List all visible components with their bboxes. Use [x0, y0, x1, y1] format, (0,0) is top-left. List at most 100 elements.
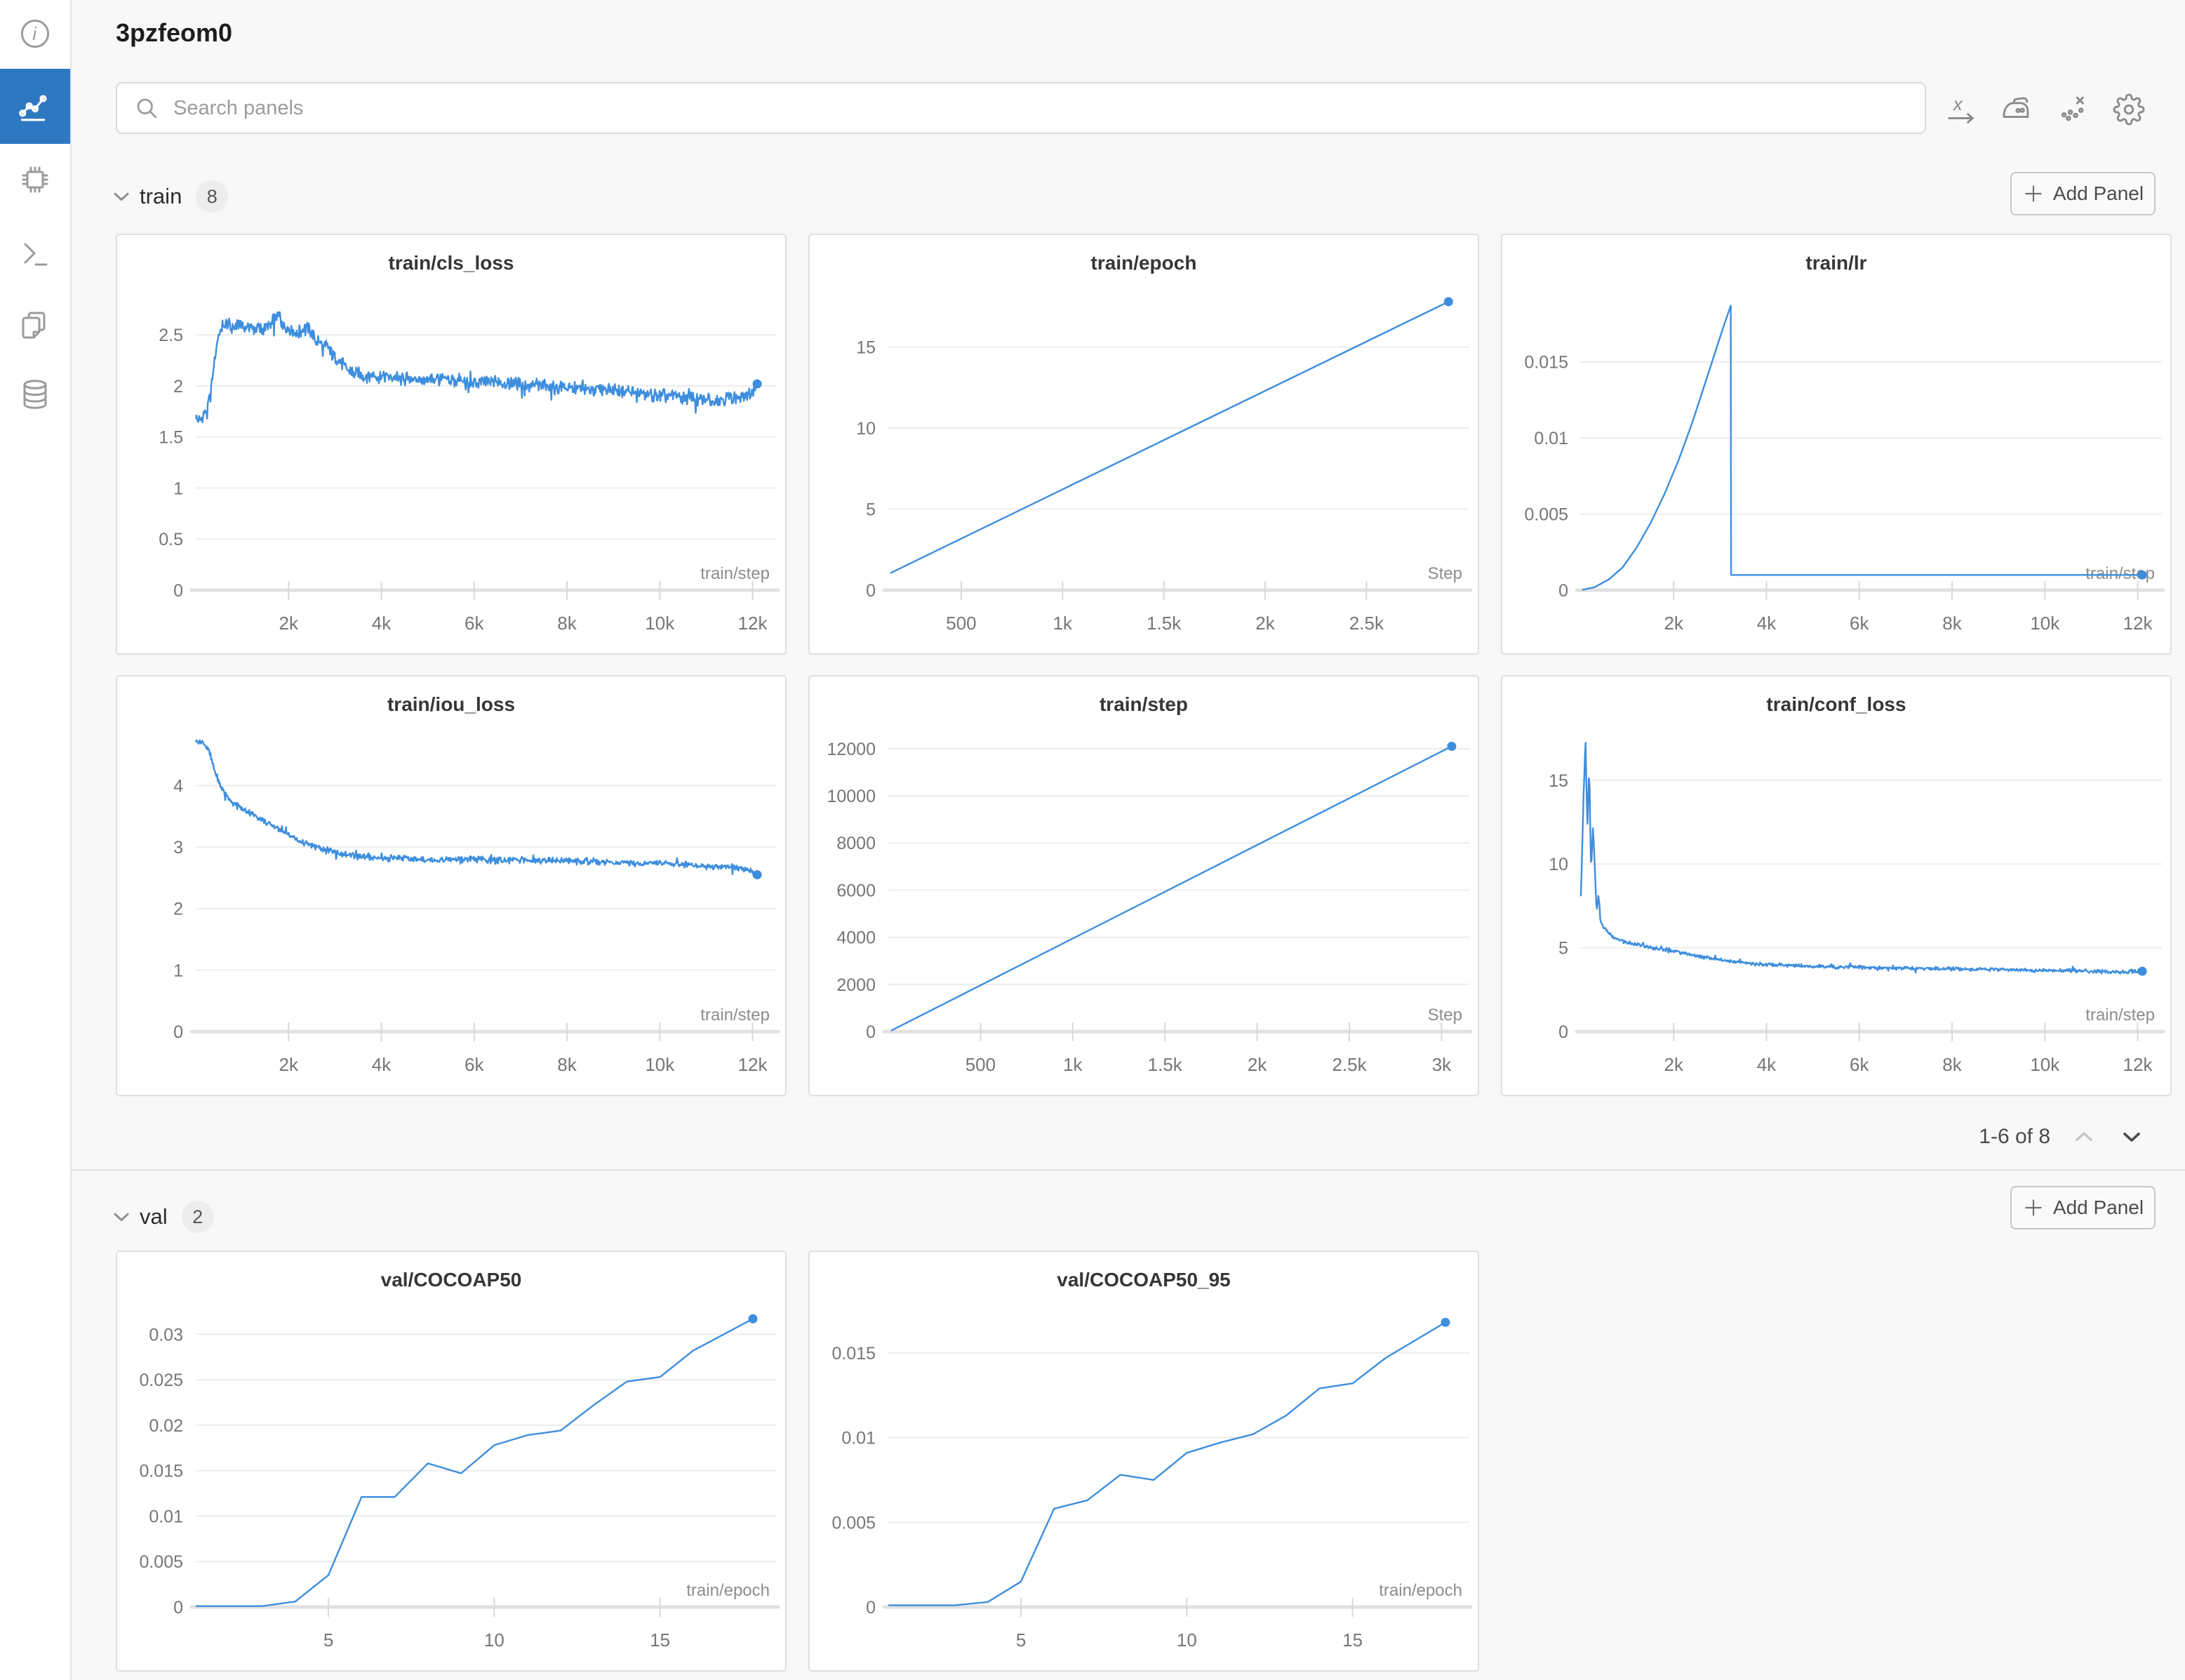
- y-tick-label: 0: [866, 1022, 876, 1042]
- settings-gear-icon[interactable]: [2113, 93, 2145, 126]
- x-axis-label: train/step: [2085, 1006, 2155, 1025]
- x-tick-label: 10: [1177, 1629, 1197, 1651]
- y-tick-label: 0: [1558, 581, 1568, 601]
- x-tick-label: 4k: [372, 1054, 392, 1075]
- search-input[interactable]: [172, 96, 1925, 121]
- x-tick-label: 500: [965, 1054, 996, 1075]
- y-tick-label: 6000: [836, 881, 876, 900]
- panel-title: train/iou_loss: [117, 676, 785, 716]
- chart-canvas: 012342k4k6k8k10k12ktrain/step: [117, 716, 785, 1085]
- y-tick-label: 5: [866, 500, 876, 520]
- panel-train-conf_loss[interactable]: train/conf_loss0510152k4k6k8k10k12ktrain…: [1501, 675, 2172, 1096]
- x-tick-label: 4k: [1757, 1054, 1777, 1075]
- chart-canvas: 00.511.522.52k4k6k8k10k12ktrain/step: [117, 274, 785, 644]
- sidebar-item-overview[interactable]: i: [0, 0, 70, 67]
- x-axis-label: train/step: [700, 564, 770, 583]
- y-tick-label: 0.005: [1524, 505, 1568, 525]
- series-line: [891, 747, 1452, 1031]
- y-tick-label: 12000: [827, 740, 876, 759]
- x-tick-label: 6k: [1850, 613, 1869, 634]
- panel-train-epoch[interactable]: train/epoch0510155001k1.5k2k2.5kStep: [808, 234, 1479, 655]
- x-axis-expression-icon[interactable]: x: [1946, 93, 1978, 126]
- x-axis-label: train/step: [700, 1006, 770, 1025]
- section-name: train: [140, 184, 182, 209]
- y-tick-label: 0.005: [831, 1513, 876, 1533]
- x-tick-label: 6k: [465, 1054, 484, 1075]
- series-end-dot: [1447, 742, 1456, 751]
- sidebar-item-files[interactable]: [0, 291, 70, 360]
- val-panel-grid: val/COCOAP5000.0050.010.0150.020.0250.03…: [116, 1251, 2181, 1672]
- series-end-dot: [1444, 297, 1453, 306]
- panel-val-COCOAP50[interactable]: val/COCOAP5000.0050.010.0150.020.0250.03…: [116, 1251, 787, 1672]
- line-chart-icon: [18, 89, 53, 124]
- y-tick-label: 2000: [836, 975, 876, 995]
- y-tick-label: 0.01: [149, 1507, 183, 1526]
- y-tick-label: 4: [173, 776, 183, 796]
- y-tick-label: 0.015: [831, 1344, 876, 1364]
- section-header-train[interactable]: train 8: [109, 175, 228, 218]
- panel-train-iou_loss[interactable]: train/iou_loss012342k4k6k8k10k12ktrain/s…: [116, 675, 787, 1096]
- x-tick-label: 2.5k: [1349, 613, 1384, 634]
- panel-train-lr[interactable]: train/lr00.0050.010.0152k4k6k8k10k12ktra…: [1501, 234, 2172, 655]
- panel-pagination: 1-6 of 8: [1979, 1123, 2146, 1151]
- chart-canvas: 00.0050.010.0150.020.0250.0351015train/e…: [117, 1291, 785, 1660]
- panel-title: train/epoch: [810, 235, 1478, 274]
- sidebar-item-logs[interactable]: [0, 220, 70, 289]
- search-panels-box: [116, 82, 1926, 134]
- x-tick-label: 500: [946, 613, 976, 634]
- x-tick-label: 12k: [2123, 613, 2153, 634]
- section-header-val[interactable]: val 2: [109, 1196, 214, 1238]
- panel-val-COCOAP50_95[interactable]: val/COCOAP50_9500.0050.010.01551015train…: [808, 1251, 1479, 1672]
- add-panel-label: Add Panel: [2053, 182, 2144, 205]
- x-tick-label: 2k: [1664, 1054, 1684, 1075]
- x-tick-label: 10k: [645, 1054, 675, 1075]
- sidebar-item-charts[interactable]: [0, 69, 70, 144]
- y-tick-label: 0: [866, 581, 876, 601]
- system-chip-icon: [18, 163, 52, 196]
- smoothing-iron-icon[interactable]: [2000, 93, 2032, 126]
- x-tick-label: 5: [323, 1629, 333, 1651]
- series-end-dot: [1441, 1318, 1450, 1327]
- chevron-down-icon[interactable]: [109, 1204, 134, 1229]
- x-tick-label: 15: [1342, 1629, 1363, 1651]
- x-tick-label: 8k: [557, 1054, 577, 1075]
- chevron-down-icon[interactable]: [2118, 1123, 2146, 1151]
- chevron-down-icon[interactable]: [109, 184, 134, 209]
- y-tick-label: 2: [173, 900, 183, 919]
- y-tick-label: 0.03: [149, 1325, 183, 1345]
- panel-title: val/COCOAP50_95: [810, 1252, 1478, 1291]
- y-tick-label: 0: [173, 581, 183, 601]
- chevron-up-icon[interactable]: [2070, 1123, 2098, 1151]
- sidebar-item-system[interactable]: [0, 145, 70, 214]
- left-sidebar: i: [0, 0, 72, 1680]
- x-tick-label: 2k: [279, 613, 299, 634]
- y-tick-label: 15: [856, 338, 876, 358]
- y-tick-label: 2.5: [159, 326, 183, 345]
- panel-train-cls_loss[interactable]: train/cls_loss00.511.522.52k4k6k8k10k12k…: [116, 234, 787, 655]
- x-axis-label: Step: [1428, 564, 1462, 583]
- y-tick-label: 0.015: [1524, 353, 1568, 373]
- section-divider: [72, 1169, 2185, 1171]
- x-tick-label: 8k: [557, 613, 577, 634]
- pagination-label: 1-6 of 8: [1979, 1125, 2050, 1149]
- y-tick-label: 0.025: [139, 1371, 183, 1390]
- panel-title: train/cls_loss: [117, 235, 785, 274]
- series-end-dot: [753, 379, 762, 388]
- add-panel-button-val[interactable]: Add Panel: [2010, 1186, 2156, 1229]
- series-line: [888, 1322, 1445, 1605]
- files-icon: [18, 309, 52, 342]
- y-tick-label: 3: [173, 838, 183, 858]
- add-panel-button-train[interactable]: Add Panel: [2010, 172, 2156, 215]
- y-tick-label: 1: [173, 961, 183, 980]
- series-line: [196, 740, 757, 879]
- main-content: 3pzfeom0 x: [72, 0, 2185, 1680]
- x-tick-label: 1.5k: [1147, 613, 1182, 634]
- panel-train-step[interactable]: train/step020004000600080001000012000500…: [808, 675, 1479, 1096]
- terminal-icon: [18, 238, 52, 272]
- remove-outliers-icon[interactable]: [2057, 93, 2090, 126]
- x-tick-label: 6k: [465, 613, 484, 634]
- x-axis-label: train/epoch: [686, 1581, 770, 1600]
- sidebar-item-artifacts[interactable]: [0, 360, 70, 429]
- x-axis-label: Step: [1428, 1006, 1462, 1025]
- search-icon: [134, 95, 159, 121]
